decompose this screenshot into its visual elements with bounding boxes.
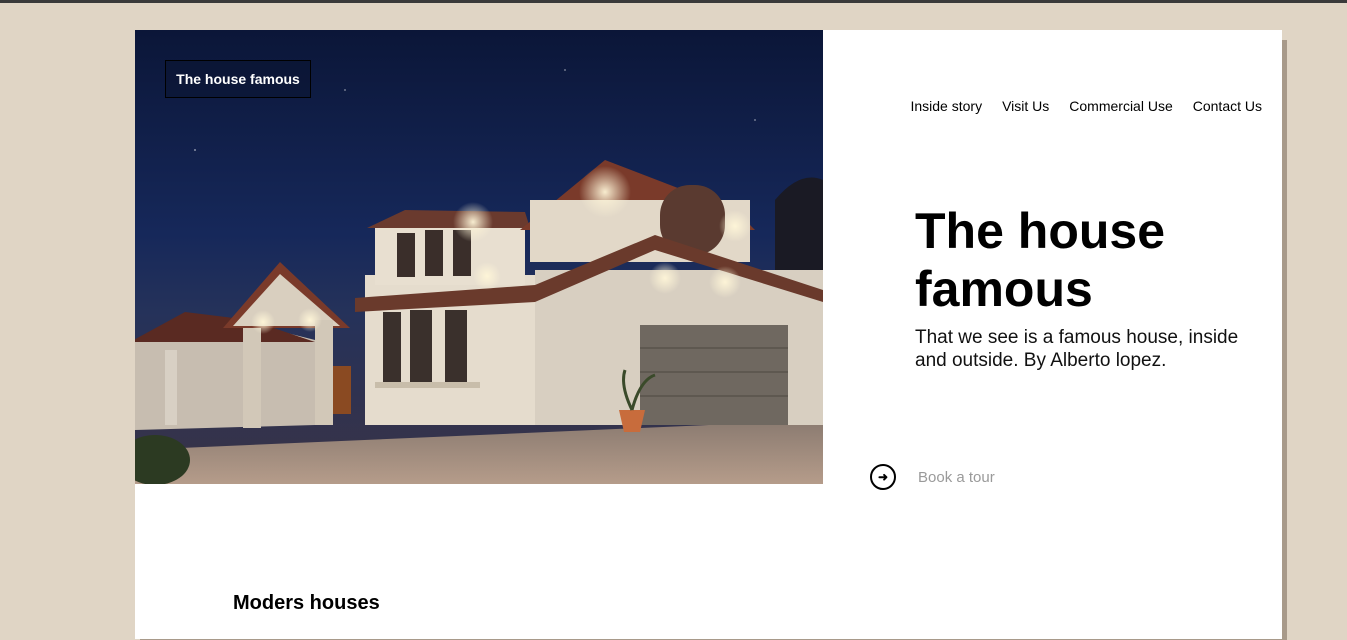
browser-top-border	[0, 0, 1347, 3]
main-nav: Inside story Visit Us Commercial Use Con…	[910, 98, 1262, 114]
page-card: The house famous Inside story Visit Us C…	[135, 30, 1282, 639]
nav-commercial-use[interactable]: Commercial Use	[1069, 98, 1172, 114]
book-tour-button[interactable]: ➜ Book a tour	[870, 464, 995, 490]
hero-house-image: The house famous	[135, 30, 823, 484]
nav-visit-us[interactable]: Visit Us	[1002, 98, 1049, 114]
hero-subtitle: That we see is a famous house, inside an…	[915, 327, 1239, 371]
hero-title: The house famous	[915, 203, 1166, 317]
arrow-circle-right-icon: ➜	[870, 464, 896, 490]
house-illustration	[135, 69, 823, 484]
nav-inside-story[interactable]: Inside story	[910, 98, 982, 114]
site-logo[interactable]: The house famous	[165, 60, 311, 98]
nav-contact-us[interactable]: Contact Us	[1193, 98, 1262, 114]
book-tour-label: Book a tour	[918, 468, 995, 486]
modern-houses-heading: Moders houses	[233, 592, 380, 614]
